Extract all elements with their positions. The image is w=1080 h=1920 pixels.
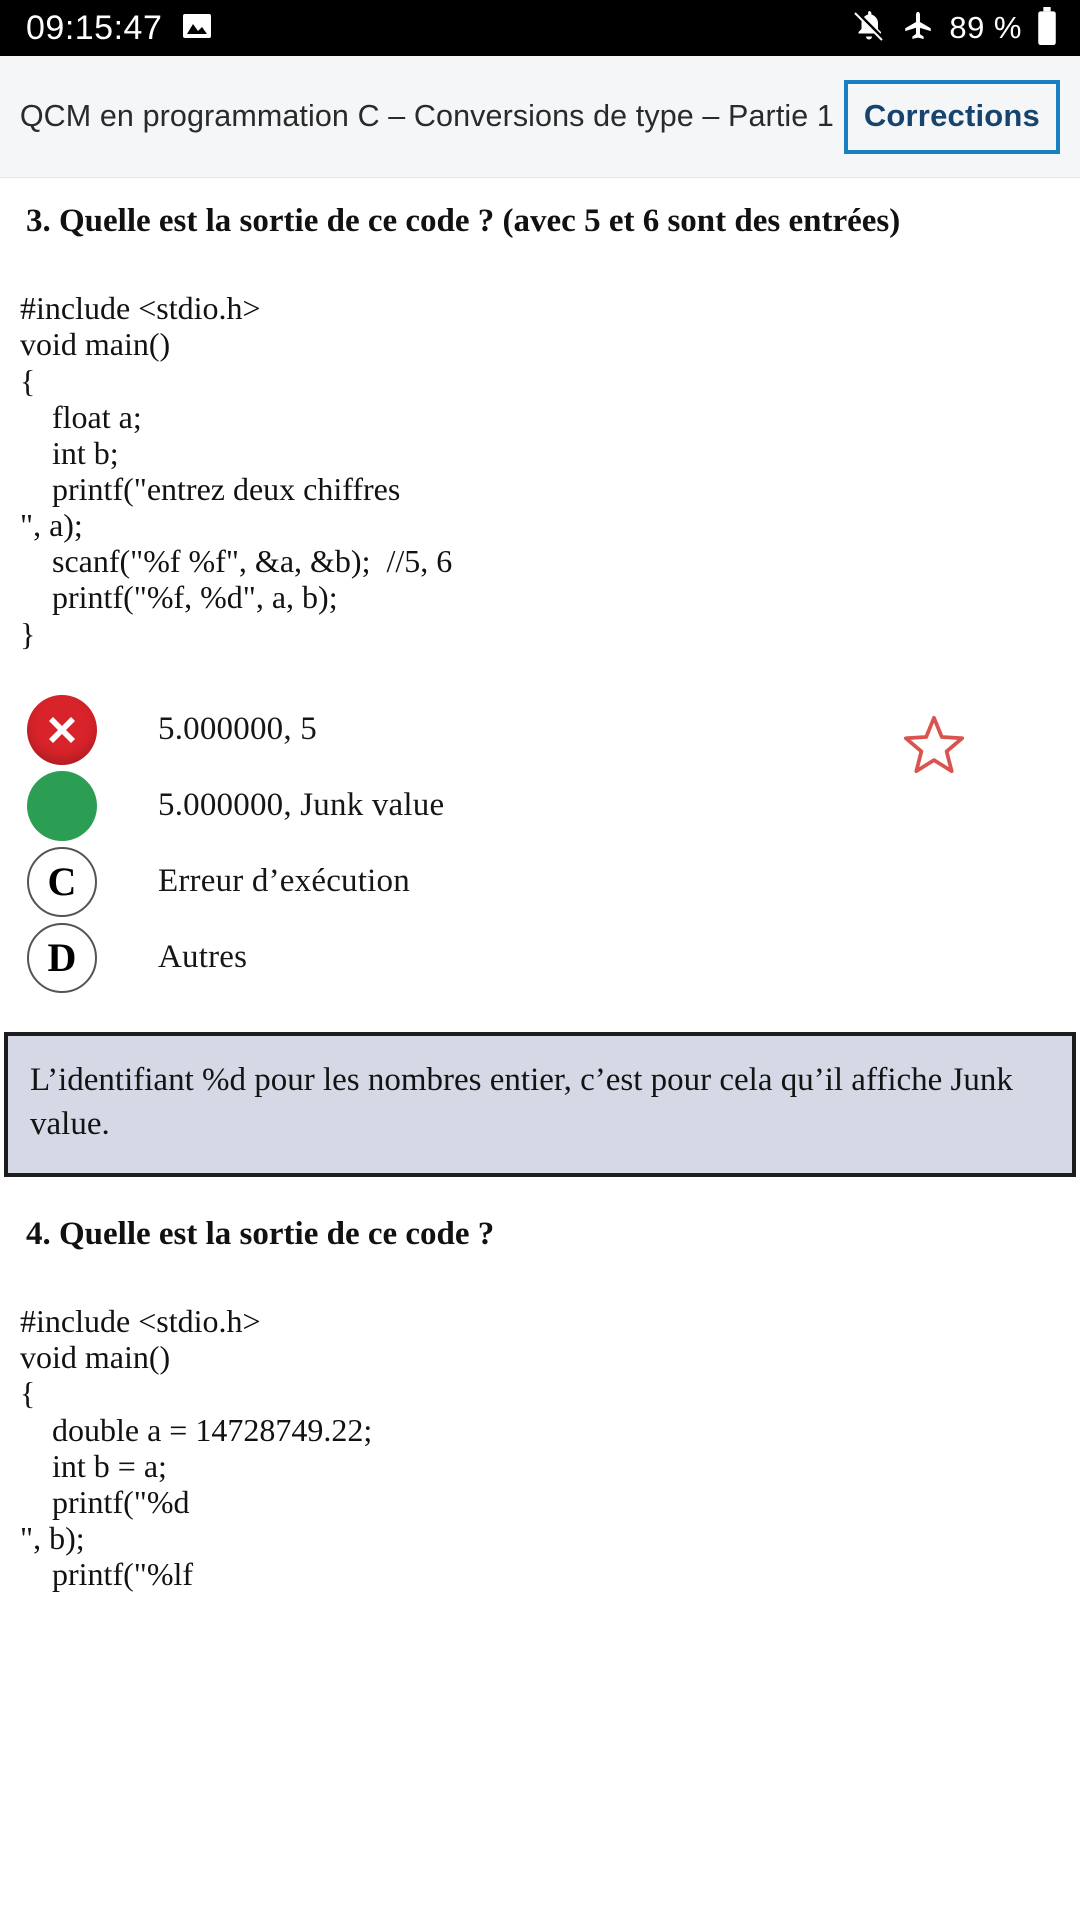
question-3-options: 5.000000, 5 5.000000, Junk value C Erreu… [0,692,1080,996]
cross-circle-icon [27,694,97,765]
app-header: QCM en programmation C – Conversions de … [0,56,1080,178]
option-row-c[interactable]: C Erreur d’exécution [0,844,1080,920]
explanation-box: L’identifiant %d pour les nombres entier… [4,1031,1076,1177]
question-3-code: #include <stdio.h> void main() { float a… [20,290,453,652]
question-4-number: 4. [26,1215,51,1252]
corrections-button[interactable]: Corrections [843,79,1060,154]
star-outline-icon[interactable] [898,710,970,782]
option-row-d[interactable]: D Autres [0,920,1080,996]
letter-circle-icon-c: C [27,846,97,917]
option-b-label: 5.000000, Junk value [158,787,445,824]
status-bar-right: 89 % [851,6,1058,50]
status-bar-left: 09:15:47 [26,9,212,48]
letter-circle-icon-d: D [27,922,97,993]
question-4-text: Quelle est la sortie de ce code ? [59,1215,495,1252]
option-c-label: Erreur d’exécution [158,863,410,900]
status-bar-clock: 09:15:47 [26,8,163,47]
option-c-marker: C [24,844,100,920]
image-icon [182,13,212,44]
option-a-label: 5.000000, 5 [158,711,317,748]
quiz-content: 3. Quelle est la sortie de ce code ? (av… [0,178,1080,1593]
question-3-text: Quelle est la sortie de ce code ? (avec … [59,203,901,239]
notifications-off-icon [851,8,887,49]
option-d-marker: D [24,920,100,996]
question-block-4: 4. Quelle est la sortie de ce code ? #in… [0,1177,1080,1592]
page-title: QCM en programmation C – Conversions de … [19,99,834,134]
option-d-label: Autres [158,939,248,976]
filled-circle-icon [27,770,97,841]
status-bar: 09:15:47 89 % [0,0,1080,56]
airplane-mode-icon [901,9,935,48]
battery-icon [1036,6,1058,50]
question-4-code: #include <stdio.h> void main() { double … [20,1303,373,1593]
question-3-number: 3. [26,203,51,239]
battery-percent-label: 89 % [949,10,1022,45]
question-block-3: 3. Quelle est la sortie de ce code ? (av… [0,178,1080,1177]
option-b-marker [24,768,100,844]
question-3-heading: 3. Quelle est la sortie de ce code ? (av… [0,178,1080,242]
question-4-heading: 4. Quelle est la sortie de ce code ? [0,1191,1080,1255]
option-a-marker [24,692,100,768]
